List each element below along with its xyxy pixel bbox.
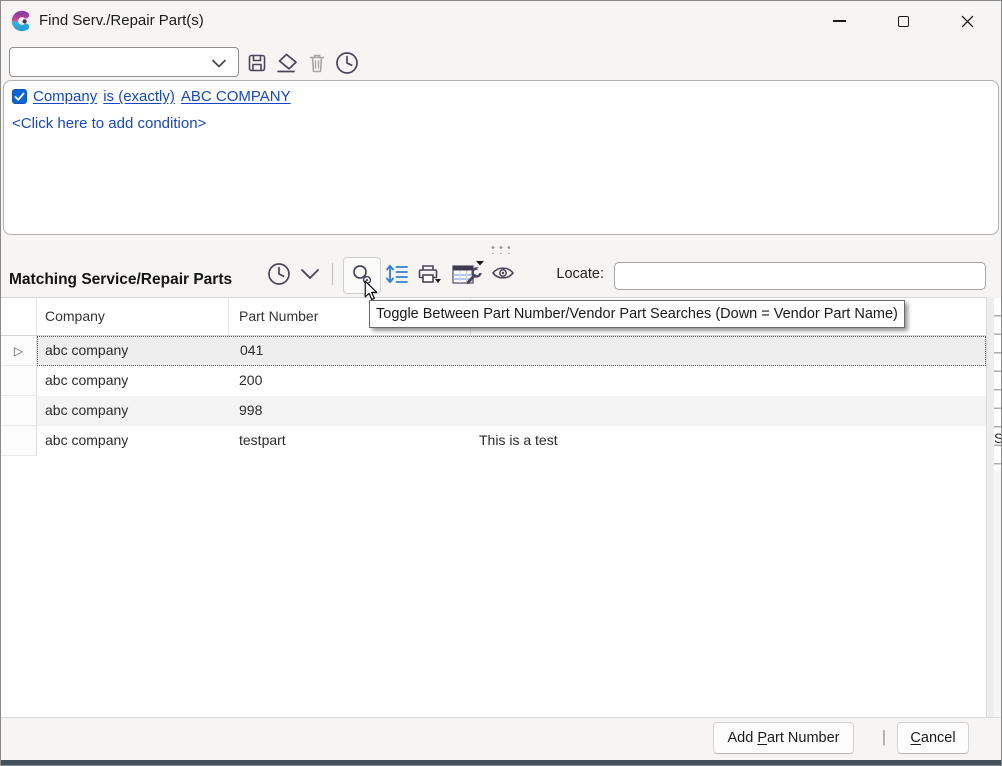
saved-search-combobox[interactable] (9, 47, 239, 77)
delete-icon (307, 52, 327, 74)
cell-company: abc company (37, 396, 229, 426)
condition-value-link[interactable]: ABC COMPANY (181, 88, 291, 105)
minimize-button[interactable] (816, 1, 862, 41)
row-selector[interactable] (1, 396, 37, 426)
toolbar-separator (332, 263, 333, 285)
add-part-accel: P (757, 730, 767, 746)
current-row-marker-icon[interactable]: ▷ (1, 336, 37, 366)
add-part-label-rest: art Number (767, 730, 840, 746)
row-content: abc company 041 (37, 336, 986, 366)
search-toggle-tooltip: Toggle Between Part Number/Vendor Part S… (369, 300, 905, 328)
results-dropdown-button[interactable] (298, 264, 322, 284)
header-row-selector[interactable] (1, 298, 37, 335)
condition-checkbox[interactable] (12, 89, 27, 104)
row-content: abc company 998 (37, 396, 986, 426)
history-icon (266, 261, 292, 287)
table-row[interactable]: abc company testpart This is a test (1, 426, 986, 456)
maximize-button[interactable] (880, 1, 926, 41)
cell-description (471, 366, 986, 396)
cell-description (471, 396, 986, 426)
window-title: Find Serv./Repair Part(s) (39, 1, 204, 41)
header-company[interactable]: Company (37, 298, 229, 335)
condition-row: Company is (exactly) ABC COMPANY (12, 88, 291, 105)
delete-search-button[interactable] (304, 50, 330, 76)
cell-description (472, 337, 985, 365)
cancel-accel: C (910, 730, 920, 746)
cancel-button[interactable]: Cancel (897, 722, 969, 754)
results-section-title: Matching Service/Repair Parts (9, 271, 232, 289)
cell-company: abc company (37, 426, 229, 456)
chevron-down-icon (212, 59, 226, 68)
footer-divider (1, 717, 1001, 718)
cell-company: abc company (38, 337, 230, 365)
mouse-cursor-icon (364, 280, 379, 302)
close-icon (961, 15, 974, 28)
grid-settings-button[interactable] (449, 258, 485, 288)
cell-part-number: 200 (229, 366, 471, 396)
history-icon (334, 50, 360, 76)
cutoff-right-text: S (994, 430, 1002, 448)
preview-eye-icon (491, 265, 515, 281)
sort-icon (384, 262, 410, 286)
splitter-grip[interactable] (488, 243, 510, 254)
results-grid: Company Part Number ▷ abc company 041 ab… (1, 297, 986, 717)
results-history-button[interactable] (265, 260, 293, 288)
condition-operator-link[interactable]: is (exactly) (103, 88, 175, 105)
maximize-icon (898, 16, 909, 27)
minimize-icon (833, 20, 846, 22)
cell-part-number: 998 (229, 396, 471, 426)
close-button[interactable] (944, 1, 990, 41)
cancel-label-rest: ancel (921, 730, 956, 746)
row-selector[interactable] (1, 426, 37, 456)
preview-button[interactable] (490, 263, 516, 283)
titlebar: Find Serv./Repair Part(s) (1, 1, 1001, 41)
save-search-button[interactable] (244, 50, 270, 76)
print-button[interactable] (413, 261, 443, 287)
add-part-label: Add (727, 730, 757, 746)
grid-right-gutter (986, 297, 994, 717)
footer-button-separator: | (877, 722, 891, 754)
row-selector[interactable] (1, 366, 37, 396)
print-icon (415, 262, 442, 286)
app-logo-icon (11, 10, 33, 32)
cell-company: abc company (37, 366, 229, 396)
table-row[interactable]: abc company 998 (1, 396, 986, 426)
condition-panel: Company is (exactly) ABC COMPANY <Click … (3, 80, 999, 235)
add-part-number-button[interactable]: Add Part Number (713, 722, 854, 754)
locate-label: Locate: (536, 266, 604, 282)
table-row[interactable]: ▷ abc company 041 (1, 336, 986, 366)
sort-button[interactable] (383, 261, 411, 287)
search-history-button[interactable] (332, 48, 362, 78)
window-bottom-edge (1, 760, 1001, 766)
save-icon (246, 52, 268, 74)
condition-field-link[interactable]: Company (33, 88, 97, 105)
table-row[interactable]: abc company 200 (1, 366, 986, 396)
clear-search-button[interactable] (273, 50, 300, 76)
cell-description: This is a test (471, 426, 986, 456)
locate-input[interactable] (614, 262, 986, 290)
cell-part-number: 041 (230, 337, 472, 365)
add-condition-link[interactable]: <Click here to add condition> (12, 115, 206, 132)
eraser-icon (274, 52, 299, 74)
find-parts-dialog: Find Serv./Repair Part(s) (0, 0, 1002, 766)
grid-settings-icon (451, 259, 484, 287)
chevron-down-icon (300, 268, 320, 280)
row-content: abc company testpart This is a test (37, 426, 986, 456)
cell-part-number: testpart (229, 426, 471, 456)
row-content: abc company 200 (37, 366, 986, 396)
